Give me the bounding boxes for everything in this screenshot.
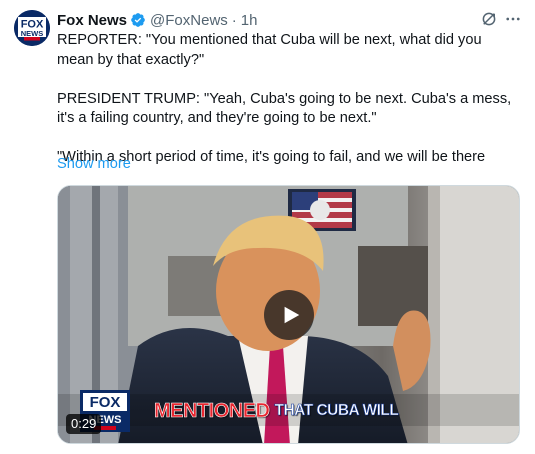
play-button[interactable]	[264, 290, 314, 340]
author-name[interactable]: Fox News	[57, 12, 127, 29]
avatar[interactable]: FOX NEWS	[14, 10, 50, 46]
timestamp[interactable]: 1h	[241, 12, 258, 29]
video-player[interactable]: FOX NEWS MENTIONED THAT CUBA WILL 0:29	[57, 185, 520, 444]
grok-icon[interactable]	[480, 10, 498, 28]
tweet-text: REPORTER: "You mentioned that Cuba will …	[57, 31, 520, 168]
fox-news-logo-icon: FOX NEWS	[14, 10, 50, 46]
play-icon	[284, 306, 299, 324]
verified-badge-icon	[131, 13, 145, 27]
chyron-text: THAT CUBA WILL	[274, 402, 399, 420]
svg-text:FOX: FOX	[90, 394, 121, 411]
tweet[interactable]: FOX NEWS Fox News @FoxNews · 1h REPORTER…	[0, 0, 535, 454]
separator-dot: ·	[231, 11, 237, 29]
author-handle[interactable]: @FoxNews	[150, 12, 228, 29]
tweet-header: Fox News @FoxNews · 1h	[57, 11, 257, 29]
video-duration: 0:29	[66, 414, 102, 434]
tweet-paragraph: PRESIDENT TRUMP: "Yeah, Cuba's going to …	[57, 90, 512, 127]
tweet-paragraph: REPORTER: "You mentioned that Cuba will …	[57, 32, 482, 68]
chyron-highlight: MENTIONED	[154, 399, 271, 422]
svg-text:NEWS: NEWS	[21, 29, 44, 38]
show-more-link[interactable]: Show more	[57, 156, 131, 172]
more-icon[interactable]	[504, 10, 522, 28]
video-chyron: MENTIONED THAT CUBA WILL	[154, 398, 399, 424]
